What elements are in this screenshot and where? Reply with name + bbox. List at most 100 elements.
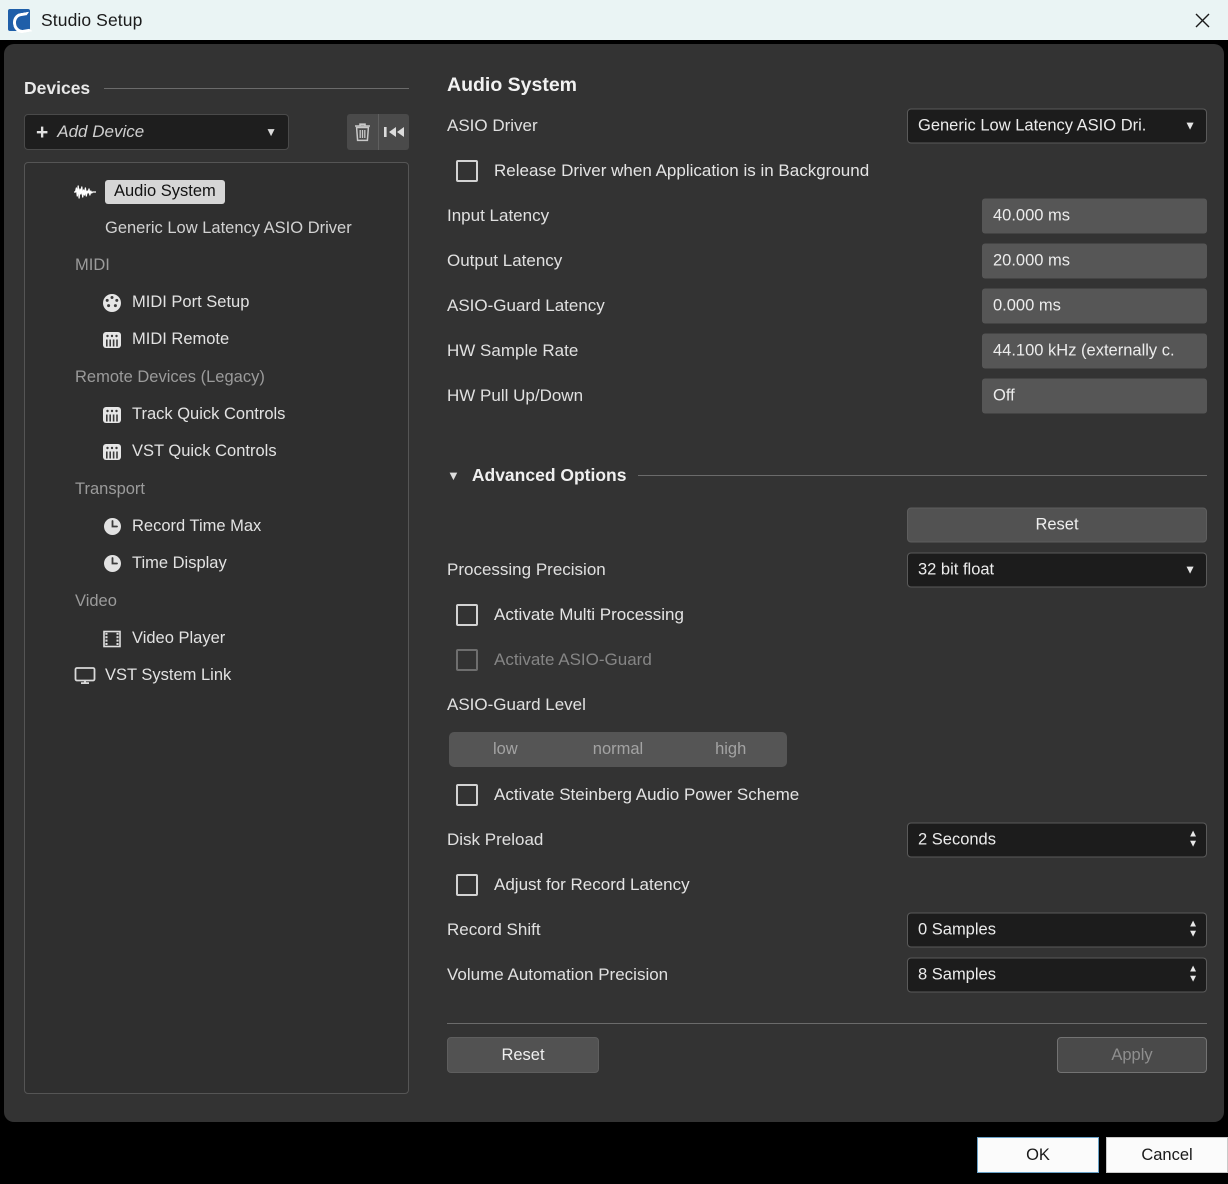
spinner-down-icon[interactable]: ▼ bbox=[1188, 974, 1198, 984]
tree-item-time-display[interactable]: Time Display bbox=[25, 545, 408, 582]
device-tree[interactable]: Audio System Generic Low Latency ASIO Dr… bbox=[24, 162, 409, 1094]
input-latency-value: 40.000 ms bbox=[982, 198, 1207, 233]
midi-port-icon bbox=[100, 291, 124, 315]
power-scheme-checkbox-row[interactable]: Activate Steinberg Audio Power Scheme bbox=[447, 772, 1207, 817]
advanced-reset-button[interactable]: Reset bbox=[907, 507, 1207, 542]
devices-header-rule bbox=[104, 87, 409, 89]
tree-item-generic-asio-driver: Generic Low Latency ASIO Driver bbox=[25, 210, 408, 246]
trash-icon bbox=[355, 122, 370, 141]
asio-driver-label: ASIO Driver bbox=[447, 115, 538, 135]
title-bar: Studio Setup bbox=[0, 0, 1228, 40]
tree-item-vst-quick-controls[interactable]: VST Quick Controls bbox=[25, 433, 408, 470]
advanced-options-title: Advanced Options bbox=[471, 464, 627, 485]
advanced-options-rule bbox=[638, 474, 1207, 476]
multi-processing-checkbox-row[interactable]: Activate Multi Processing bbox=[447, 592, 1207, 637]
advanced-options-header[interactable]: ▼ Advanced Options bbox=[447, 462, 1207, 488]
tree-group-label: Transport bbox=[75, 479, 145, 498]
volume-automation-precision-spinner[interactable]: ▲ ▼ bbox=[1188, 964, 1198, 984]
tree-item-audio-system[interactable]: Audio System bbox=[25, 173, 408, 210]
ok-button[interactable]: OK bbox=[977, 1137, 1099, 1173]
hw-pull-up-down-label: HW Pull Up/Down bbox=[447, 385, 584, 405]
tree-item-label: Video Player bbox=[132, 629, 226, 647]
page-title: Audio System bbox=[447, 74, 578, 96]
processing-precision-label: Processing Precision bbox=[447, 559, 606, 579]
tree-item-label: Audio System bbox=[105, 179, 225, 204]
panel-footer: Reset Apply bbox=[447, 1024, 1207, 1086]
spinner-up-icon[interactable]: ▲ bbox=[1188, 919, 1198, 929]
record-shift-label: Record Shift bbox=[447, 919, 541, 939]
asio-guard-latency-row: ASIO-Guard Latency 0.000 ms bbox=[447, 283, 1207, 328]
chevron-down-icon: ▼ bbox=[1184, 118, 1196, 133]
tree-group-remote-devices: Remote Devices (Legacy) bbox=[25, 358, 408, 396]
hw-pull-up-down-row: HW Pull Up/Down Off bbox=[447, 373, 1207, 418]
adjust-record-latency-checkbox-row[interactable]: Adjust for Record Latency bbox=[447, 862, 1207, 907]
record-shift-row: Record Shift 0 Samples ▲ ▼ bbox=[447, 907, 1207, 952]
skip-to-start-icon bbox=[384, 127, 404, 137]
asio-driver-row: ASIO Driver Generic Low Latency ASIO Dri… bbox=[447, 103, 1207, 148]
adjust-record-latency-checkbox[interactable] bbox=[456, 873, 478, 896]
delete-device-button[interactable] bbox=[347, 114, 378, 150]
tree-item-label: VST System Link bbox=[105, 666, 232, 684]
add-device-dropdown[interactable]: + Add Device ▼ bbox=[24, 114, 289, 150]
devices-section-title: Devices bbox=[24, 77, 91, 98]
asio-guard-level-label: ASIO-Guard Level bbox=[447, 694, 586, 714]
panel-reset-button[interactable]: Reset bbox=[447, 1037, 599, 1073]
monitor-icon bbox=[73, 664, 97, 688]
disk-preload-row: Disk Preload 2 Seconds ▲ ▼ bbox=[447, 817, 1207, 862]
hw-sample-rate-row: HW Sample Rate 44.100 kHz (externally c. bbox=[447, 328, 1207, 373]
midi-keyboard-icon bbox=[100, 403, 124, 427]
tree-group-label: Video bbox=[75, 591, 117, 610]
devices-panel: Devices + Add Device ▼ Audio System Gene… bbox=[24, 76, 409, 1106]
cancel-button[interactable]: Cancel bbox=[1106, 1137, 1228, 1173]
dialog-body: Devices + Add Device ▼ Audio System Gene… bbox=[0, 40, 1228, 1126]
reset-device-button[interactable] bbox=[378, 114, 409, 150]
processing-precision-row: Processing Precision 32 bit float ▼ bbox=[447, 547, 1207, 592]
advanced-reset-row: Reset bbox=[447, 502, 1207, 547]
asio-driver-value: Generic Low Latency ASIO Dri. bbox=[918, 116, 1147, 134]
tree-item-label: Record Time Max bbox=[132, 517, 262, 535]
tree-item-video-player[interactable]: Video Player bbox=[25, 620, 408, 657]
disk-preload-value: 2 Seconds bbox=[918, 830, 996, 848]
clock-icon bbox=[100, 515, 124, 539]
asio-guard-level-row: low normal high bbox=[447, 727, 1207, 772]
spinner-down-icon[interactable]: ▼ bbox=[1188, 929, 1198, 939]
close-button[interactable] bbox=[1176, 0, 1228, 40]
film-frame-icon bbox=[100, 627, 124, 651]
tree-item-vst-system-link[interactable]: VST System Link bbox=[25, 657, 408, 694]
tree-item-track-quick-controls[interactable]: Track Quick Controls bbox=[25, 396, 408, 433]
multi-processing-label: Activate Multi Processing bbox=[494, 604, 684, 624]
clock-icon bbox=[100, 552, 124, 576]
disk-preload-spinner[interactable]: ▲ ▼ bbox=[1188, 829, 1198, 849]
tree-item-label: VST Quick Controls bbox=[132, 442, 277, 460]
tree-item-midi-port-setup[interactable]: MIDI Port Setup bbox=[25, 284, 408, 321]
release-driver-checkbox[interactable] bbox=[456, 159, 478, 182]
tree-item-midi-remote[interactable]: MIDI Remote bbox=[25, 321, 408, 358]
processing-precision-dropdown[interactable]: 32 bit float ▼ bbox=[907, 552, 1207, 587]
triangle-down-icon: ▼ bbox=[447, 467, 460, 483]
audio-system-panel: Audio System ASIO Driver Generic Low Lat… bbox=[447, 74, 1207, 1104]
tree-item-record-time-max[interactable]: Record Time Max bbox=[25, 508, 408, 545]
dialog-bottom-bar: OK Cancel bbox=[0, 1126, 1228, 1184]
power-scheme-checkbox[interactable] bbox=[456, 783, 478, 806]
asio-guard-level-normal: normal bbox=[592, 740, 644, 758]
waveform-icon bbox=[73, 180, 97, 204]
hw-sample-rate-label: HW Sample Rate bbox=[447, 340, 579, 360]
asio-guard-latency-label: ASIO-Guard Latency bbox=[447, 295, 605, 315]
record-shift-stepper[interactable]: 0 Samples ▲ ▼ bbox=[907, 912, 1207, 947]
asio-guard-level-high: high bbox=[715, 740, 747, 758]
volume-automation-precision-stepper[interactable]: 8 Samples ▲ ▼ bbox=[907, 957, 1207, 992]
tree-item-label: Generic Low Latency ASIO Driver bbox=[105, 218, 352, 237]
spinner-up-icon[interactable]: ▲ bbox=[1188, 829, 1198, 839]
record-shift-spinner[interactable]: ▲ ▼ bbox=[1188, 919, 1198, 939]
multi-processing-checkbox[interactable] bbox=[456, 603, 478, 626]
volume-automation-precision-row: Volume Automation Precision 8 Samples ▲ … bbox=[447, 952, 1207, 997]
spinner-down-icon[interactable]: ▼ bbox=[1188, 839, 1198, 849]
record-shift-value: 0 Samples bbox=[918, 920, 996, 938]
asio-driver-dropdown[interactable]: Generic Low Latency ASIO Dri. ▼ bbox=[907, 108, 1207, 143]
spinner-up-icon[interactable]: ▲ bbox=[1188, 964, 1198, 974]
release-driver-checkbox-row[interactable]: Release Driver when Application is in Ba… bbox=[447, 148, 1207, 193]
tree-group-video: Video bbox=[25, 582, 408, 620]
midi-keyboard-icon bbox=[100, 440, 124, 464]
plus-icon: + bbox=[36, 120, 49, 144]
disk-preload-stepper[interactable]: 2 Seconds ▲ ▼ bbox=[907, 822, 1207, 857]
